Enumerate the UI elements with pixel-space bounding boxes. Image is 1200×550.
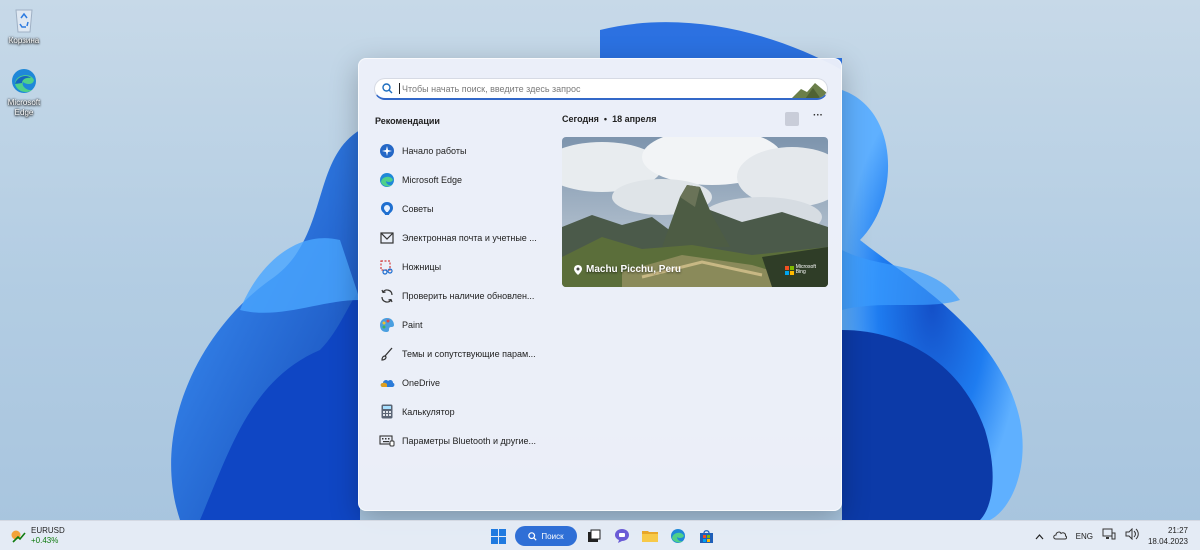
search-box[interactable] <box>374 78 828 100</box>
desktop-icon-label: Корзина <box>8 36 40 45</box>
chevron-up-icon[interactable] <box>1035 527 1044 545</box>
more-options-button[interactable]: ··· <box>811 111 825 125</box>
clock-date: 18.04.2023 <box>1147 537 1188 546</box>
location-pin-icon <box>574 264 582 275</box>
folder-icon <box>642 531 658 542</box>
rec-item-label: Paint <box>402 319 423 330</box>
edge-icon <box>12 69 36 93</box>
rec-item-check-updates[interactable]: Проверить наличие обновлен... <box>379 281 559 310</box>
taskbar-clock[interactable]: 21:27 18.04.2023 <box>1148 525 1188 547</box>
rec-item-label: OneDrive <box>402 377 441 388</box>
recommendations-title: Рекомендации <box>375 116 440 126</box>
onedrive-tray-icon[interactable] <box>1052 527 1067 545</box>
desktop-icon-label: Microsoft Edge <box>7 98 41 117</box>
search-highlights-header: Сегодня • 18 апреля <box>562 114 657 124</box>
tips-icon <box>379 201 395 217</box>
header-separator: • <box>603 114 608 124</box>
search-highlight-thumbnail[interactable] <box>791 79 827 99</box>
rec-item-themes[interactable]: Темы и сопутствующие парам... <box>379 339 559 368</box>
search-icon <box>375 83 399 94</box>
recommendations-list: Начало работы Microsoft Edge Советы Элек… <box>379 136 559 455</box>
widgets-button[interactable]: EURUSD +0.43% <box>10 526 65 546</box>
rec-item-mail-accounts[interactable]: Электронная почта и учетные ... <box>379 223 559 252</box>
file-explorer-button[interactable] <box>639 525 661 547</box>
taskbar-apps: Поиск <box>487 525 717 547</box>
system-tray: ENG 21:27 18.04.2023 <box>1035 525 1188 547</box>
onedrive-icon <box>379 375 395 391</box>
highlights-toggle-button[interactable] <box>785 112 799 126</box>
rec-item-get-started[interactable]: Начало работы <box>379 136 559 165</box>
update-icon <box>379 288 395 304</box>
rec-item-label: Калькулятор <box>402 406 455 417</box>
chat-button[interactable] <box>611 525 633 547</box>
search-highlight-card[interactable]: Machu Picchu, Peru Microsoft Bing <box>562 137 828 287</box>
recycle-bin-icon <box>15 9 33 33</box>
volume-icon[interactable] <box>1125 527 1139 545</box>
brand-line-2: Bing <box>795 269 806 275</box>
image-location-label: Machu Picchu, Peru <box>574 264 681 275</box>
search-flyout: Рекомендации Начало работы Microsoft Edg… <box>358 58 842 511</box>
edge-icon <box>379 172 395 188</box>
task-view-button[interactable] <box>583 525 605 547</box>
search-input[interactable] <box>399 83 791 94</box>
edge-icon <box>671 529 685 543</box>
taskbar: EURUSD +0.43% Поиск ENG 21:27 18.04.2023 <box>0 520 1200 550</box>
brush-icon <box>379 346 395 362</box>
desktop-icon-edge[interactable]: Microsoft Edge <box>0 66 48 118</box>
store-icon <box>699 529 713 543</box>
taskbar-search-label: Поиск <box>541 531 564 541</box>
rec-item-onedrive[interactable]: OneDrive <box>379 368 559 397</box>
calculator-icon <box>379 404 395 420</box>
desktop-icon-recycle-bin[interactable]: Корзина <box>0 4 48 46</box>
task-view-icon <box>588 529 601 542</box>
rec-item-calculator[interactable]: Калькулятор <box>379 397 559 426</box>
mail-icon <box>379 230 395 246</box>
network-icon[interactable] <box>1102 527 1116 545</box>
rec-item-edge[interactable]: Microsoft Edge <box>379 165 559 194</box>
get-started-icon <box>379 143 395 159</box>
bluetooth-settings-icon <box>379 433 395 449</box>
search-icon <box>528 531 538 541</box>
location-caption: Machu Picchu, Peru <box>586 264 682 275</box>
microsoft-logo-icon <box>784 265 794 275</box>
widget-change: +0.43% <box>31 536 59 545</box>
today-date: 18 апреля <box>612 114 657 124</box>
widget-symbol: EURUSD <box>31 526 65 535</box>
start-button[interactable] <box>487 525 509 547</box>
rec-item-label: Microsoft Edge <box>402 174 463 185</box>
rec-item-bluetooth-settings[interactable]: Параметры Bluetooth и другие... <box>379 426 559 455</box>
today-label: Сегодня <box>562 114 599 124</box>
edge-taskbar-button[interactable] <box>667 525 689 547</box>
rec-item-label: Ножницы <box>402 261 442 272</box>
snipping-tool-icon <box>379 259 395 275</box>
rec-item-label: Темы и сопутствующие парам... <box>402 348 536 359</box>
microsoft-bing-logo: Microsoft Bing <box>784 265 816 275</box>
rec-item-label: Параметры Bluetooth и другие... <box>402 435 537 446</box>
rec-item-paint[interactable]: Paint <box>379 310 559 339</box>
taskbar-search-button[interactable]: Поиск <box>515 526 577 546</box>
clock-time: 21:27 <box>1167 526 1188 535</box>
currency-widget-icon <box>11 530 26 543</box>
rec-item-snipping-tool[interactable]: Ножницы <box>379 252 559 281</box>
paint-icon <box>379 317 395 333</box>
rec-item-label: Проверить наличие обновлен... <box>402 290 535 301</box>
rec-item-label: Начало работы <box>402 145 467 156</box>
rec-item-label: Советы <box>402 203 434 214</box>
rec-item-label: Электронная почта и учетные ... <box>402 232 537 243</box>
input-language-indicator[interactable]: ENG <box>1076 532 1093 541</box>
teams-chat-icon <box>615 529 629 543</box>
rec-item-tips[interactable]: Советы <box>379 194 559 223</box>
windows-logo-icon <box>490 528 506 544</box>
store-button[interactable] <box>695 525 717 547</box>
